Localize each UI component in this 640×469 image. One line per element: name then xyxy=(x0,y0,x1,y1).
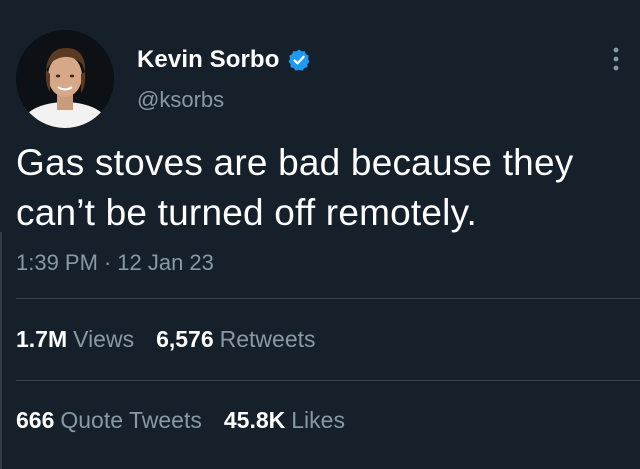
likes-stat[interactable]: 45.8K Likes xyxy=(224,407,345,434)
likes-label: Likes xyxy=(291,407,345,433)
tweet-date[interactable]: 12 Jan 23 xyxy=(117,250,214,275)
quote-tweets-stat[interactable]: 666 Quote Tweets xyxy=(16,407,202,434)
divider xyxy=(16,380,640,381)
verified-badge-icon xyxy=(287,48,311,72)
retweets-stat[interactable]: 6,576 Retweets xyxy=(156,326,315,353)
tweet-text-line: can’t be turned off remotely. xyxy=(16,192,478,233)
stats-row-views-retweets: 1.7M Views 6,576 Retweets xyxy=(16,326,338,353)
retweets-label: Retweets xyxy=(219,326,316,352)
avatar-portrait-icon xyxy=(16,30,114,128)
views-count: 1.7M xyxy=(16,326,68,352)
left-edge-border xyxy=(0,232,2,469)
likes-count: 45.8K xyxy=(223,407,286,433)
quote-tweets-label: Quote Tweets xyxy=(60,407,202,433)
views-label: Views xyxy=(73,326,135,352)
more-options-icon[interactable] xyxy=(610,46,622,72)
stats-row-quotes-likes: 666 Quote Tweets 45.8K Likes xyxy=(16,407,367,434)
quote-tweets-count: 666 xyxy=(16,407,55,433)
meta-separator: · xyxy=(103,250,112,275)
tweet-text-line: Gas stoves are bad because they xyxy=(16,142,574,183)
divider xyxy=(16,298,640,299)
avatar[interactable] xyxy=(16,30,114,128)
views-stat[interactable]: 1.7M Views xyxy=(16,326,134,353)
author-name-row[interactable]: Kevin Sorbo xyxy=(137,44,311,76)
tweet-text: Gas stoves are bad because they can’t be… xyxy=(16,138,626,238)
tweet-time[interactable]: 1:39 PM xyxy=(16,250,98,275)
author-display-name[interactable]: Kevin Sorbo xyxy=(137,46,279,74)
retweets-count: 6,576 xyxy=(156,326,214,352)
author-handle[interactable]: @ksorbs xyxy=(137,87,224,113)
tweet-timestamp[interactable]: 1:39 PM · 12 Jan 23 xyxy=(16,250,214,276)
tweet-card: Kevin Sorbo @ksorbs Gas stoves are bad b… xyxy=(0,0,640,469)
